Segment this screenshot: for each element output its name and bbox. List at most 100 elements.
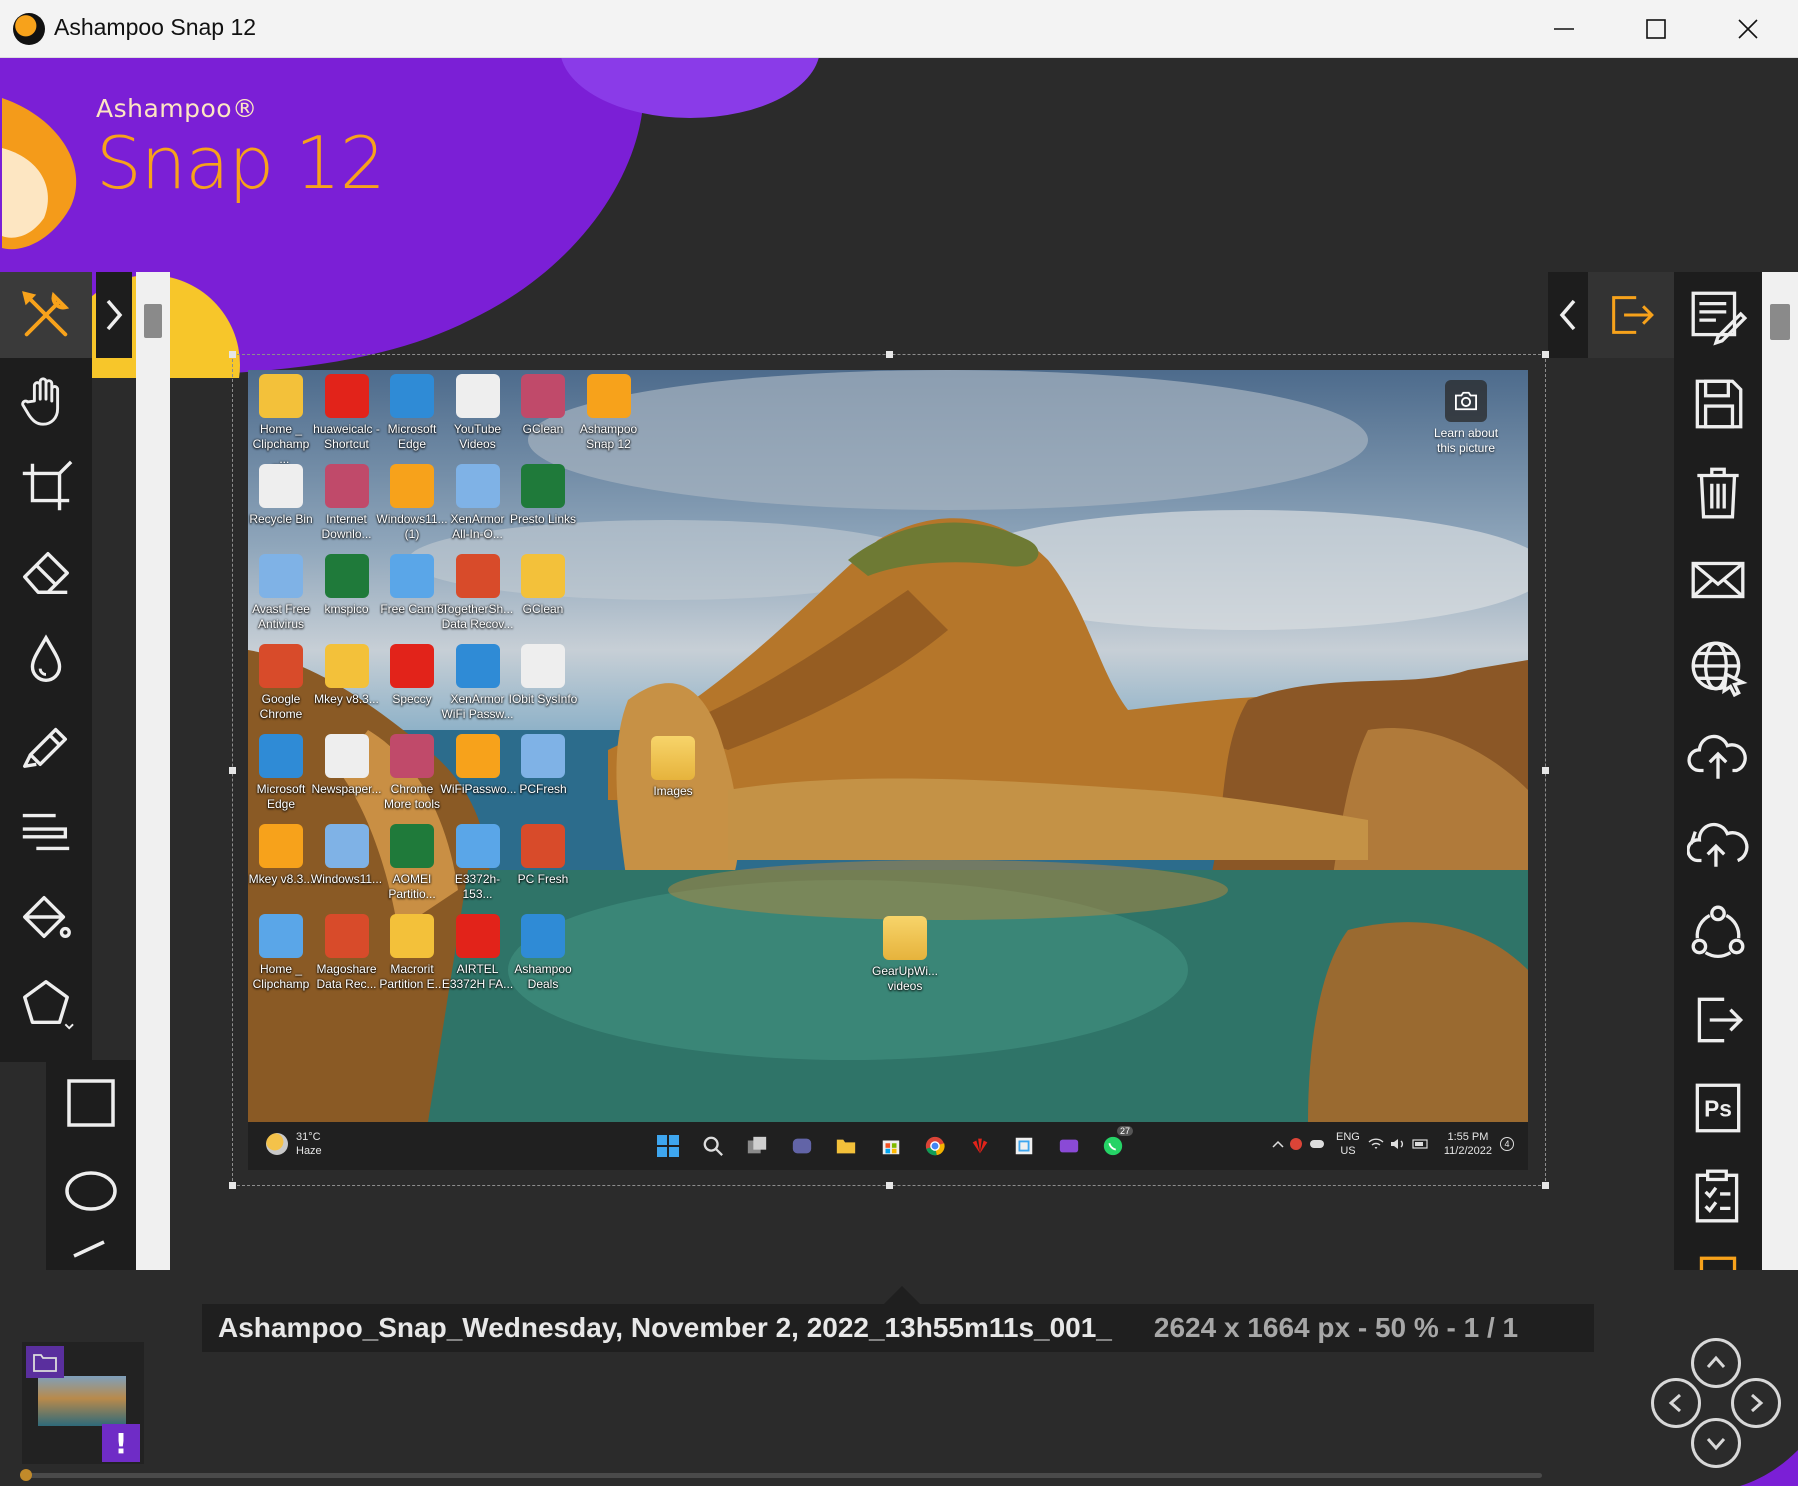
desktop-icon[interactable]: Home _ Clipchamp — [248, 914, 318, 992]
quick-export-button[interactable] — [1588, 272, 1674, 358]
weather-widget[interactable]: 31°C Haze — [266, 1130, 322, 1158]
desktop-icon[interactable]: huaweicalc - Shortcut — [310, 374, 384, 452]
desktop-icon[interactable]: Mkey v8.3... — [248, 824, 318, 887]
text-lines-button[interactable] — [0, 788, 92, 874]
desktop-icon[interactable]: AIRTEL E3372H FA... — [441, 914, 515, 992]
desktop-icon[interactable]: GClean — [506, 554, 580, 617]
capture-thumbnail[interactable] — [38, 1376, 126, 1426]
clipboard-button[interactable] — [1674, 1152, 1762, 1240]
thumbnail-scrollbar[interactable] — [20, 1469, 1542, 1481]
task-view[interactable] — [741, 1130, 773, 1162]
learn-about-picture[interactable]: Learn about this picture — [1416, 380, 1516, 456]
left-scroll-thumb[interactable] — [144, 304, 162, 338]
chrome-app[interactable] — [919, 1130, 951, 1162]
tools-button[interactable] — [0, 272, 92, 358]
polygon-button[interactable] — [0, 960, 92, 1046]
desktop-icon[interactable]: Macrorit Partition E... — [375, 914, 449, 992]
share-button[interactable] — [1674, 888, 1762, 976]
desktop-icon[interactable]: Images — [636, 736, 710, 799]
photoshop-button[interactable]: Ps — [1674, 1064, 1762, 1152]
language-bottom[interactable]: US — [1336, 1144, 1360, 1158]
rectangle-button[interactable] — [58, 1070, 124, 1136]
desktop-icon[interactable]: kmspico — [310, 554, 384, 617]
desktop-icon[interactable]: Windows11... — [310, 824, 384, 887]
start-button[interactable] — [652, 1130, 684, 1162]
desktop-icon[interactable]: Recycle Bin — [248, 464, 318, 527]
desktop-icon[interactable]: Avast Free Antivirus — [248, 554, 318, 632]
notification-count[interactable]: 4 — [1500, 1137, 1514, 1151]
nav-left-button[interactable] — [1651, 1378, 1701, 1428]
tray-chevron-up-icon[interactable] — [1272, 1140, 1284, 1148]
clock-date[interactable]: 11/2/2022 — [1444, 1144, 1492, 1158]
desktop-icon[interactable]: Mkey v8.3... — [310, 644, 384, 707]
resize-handle[interactable] — [1542, 1182, 1549, 1189]
minimize-button[interactable] — [1518, 0, 1610, 58]
chrome-tray-icon[interactable] — [1290, 1138, 1303, 1150]
volume-icon[interactable] — [1390, 1138, 1406, 1150]
desktop-icon[interactable]: AOMEI Partitio... — [375, 824, 449, 902]
desktop-icon[interactable]: PC Fresh — [506, 824, 580, 887]
desktop-icon[interactable]: IObit SysInfo — [506, 644, 580, 707]
web-button[interactable] — [1674, 624, 1762, 712]
desktop-icon[interactable]: Home _ Clipchamp _... — [248, 374, 318, 467]
desktop-icon[interactable]: PCFresh — [506, 734, 580, 797]
desktop-icon[interactable]: Ashampoo Deals — [506, 914, 580, 992]
camera-button[interactable] — [1445, 380, 1487, 422]
unsaved-warning-badge[interactable]: ! — [102, 1424, 140, 1462]
more-button[interactable] — [1674, 1240, 1762, 1270]
desktop-icon[interactable]: Windows11... (1) — [375, 464, 449, 542]
taskbar-search[interactable] — [697, 1130, 729, 1162]
fill-bucket-button[interactable] — [0, 874, 92, 960]
desktop-icon[interactable]: GClean — [506, 374, 580, 437]
clock-time[interactable]: 1:55 PM — [1444, 1130, 1492, 1144]
desktop-icon[interactable]: E3372h-153... — [441, 824, 515, 902]
resize-handle[interactable] — [1542, 351, 1549, 358]
highlighter-button[interactable] — [0, 702, 92, 788]
crop-button[interactable] — [0, 444, 92, 530]
desktop-icon[interactable]: Presto Links — [506, 464, 580, 527]
resize-handle[interactable] — [229, 767, 236, 774]
desktop-icon[interactable]: Speccy — [375, 644, 449, 707]
export-button[interactable] — [1674, 976, 1762, 1064]
left-scrollbar[interactable] — [136, 272, 170, 1270]
file-name[interactable]: Ashampoo_Snap_Wednesday, November 2, 202… — [218, 1312, 1112, 1344]
cloud-share-button[interactable] — [1674, 800, 1762, 888]
onedrive-icon[interactable] — [1310, 1140, 1325, 1148]
wifi-icon[interactable] — [1368, 1138, 1384, 1150]
blur-button[interactable] — [0, 616, 92, 702]
delete-button[interactable] — [1674, 448, 1762, 536]
right-scroll-thumb[interactable] — [1770, 304, 1790, 340]
snipping-app[interactable] — [1008, 1130, 1040, 1162]
edit-text-button[interactable] — [1674, 272, 1762, 360]
nav-right-button[interactable] — [1731, 1378, 1781, 1428]
resize-handle[interactable] — [886, 1182, 893, 1189]
battery-icon[interactable] — [1412, 1139, 1430, 1149]
resize-handle[interactable] — [229, 351, 236, 358]
file-explorer[interactable] — [830, 1130, 862, 1162]
desktop-icon[interactable]: WiFiPasswo... — [441, 734, 517, 797]
captured-screenshot[interactable]: Learn about this picture Home _ Clipcham… — [248, 370, 1528, 1170]
resize-handle[interactable] — [886, 351, 893, 358]
email-button[interactable] — [1674, 536, 1762, 624]
desktop-icon[interactable]: Google Chrome — [248, 644, 318, 722]
desktop-icon[interactable]: Magoshare Data Rec... — [310, 914, 384, 992]
desktop-icon[interactable]: GearUpWi... videos — [868, 916, 942, 994]
teams-chat[interactable] — [786, 1130, 818, 1162]
microsoft-store[interactable] — [875, 1130, 907, 1162]
desktop-icon[interactable]: Microsoft Edge — [248, 734, 318, 812]
desktop-icon[interactable]: TogetherSh... Data Recov... — [441, 554, 515, 632]
desktop-icon[interactable]: Newspaper... — [310, 734, 384, 797]
maximize-button[interactable] — [1610, 0, 1702, 58]
huawei-app[interactable] — [964, 1130, 996, 1162]
desktop-icon[interactable]: Chrome More tools — [375, 734, 449, 812]
nav-up-button[interactable] — [1691, 1338, 1741, 1388]
whatsapp-app[interactable]: 27 — [1097, 1126, 1133, 1162]
desktop-icon[interactable]: Microsoft Edge — [375, 374, 449, 452]
resize-handle[interactable] — [229, 1182, 236, 1189]
language-top[interactable]: ENG — [1336, 1130, 1360, 1144]
desktop-icon[interactable]: Free Cam 8 — [375, 554, 449, 617]
ellipse-button[interactable] — [58, 1158, 124, 1224]
resize-handle[interactable] — [1542, 767, 1549, 774]
arrow-button[interactable] — [58, 1236, 124, 1270]
collapse-panel-button[interactable] — [1548, 272, 1588, 358]
